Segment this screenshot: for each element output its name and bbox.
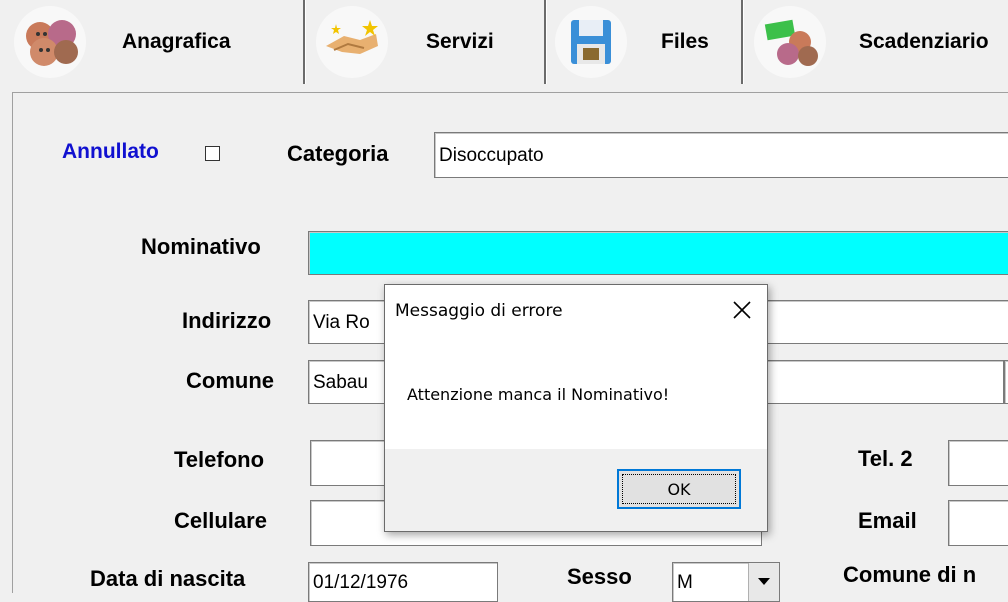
tel2-field[interactable] xyxy=(948,440,1008,486)
annullato-checkbox[interactable] xyxy=(205,146,220,161)
tab-label: Anagrafica xyxy=(122,30,231,53)
sesso-dropdown-button[interactable] xyxy=(748,563,779,601)
sesso-value: M xyxy=(677,572,693,593)
annullato-label: Annullato xyxy=(62,140,159,163)
close-button[interactable] xyxy=(729,297,755,323)
tab-label: Files xyxy=(661,30,709,53)
handshake-sparkle-icon xyxy=(314,6,390,80)
tab-anagrafica[interactable]: Anagrafica xyxy=(0,0,303,84)
dialog-footer: OK xyxy=(385,449,767,531)
floppy-disk-icon xyxy=(553,6,629,80)
data-nascita-label: Data di nascita xyxy=(90,566,246,591)
email-field[interactable] xyxy=(948,500,1008,546)
tab-label: Servizi xyxy=(426,30,494,53)
money-people-icon xyxy=(752,6,828,80)
tab-scadenziario[interactable]: Scadenziario xyxy=(744,0,1008,84)
data-nascita-field[interactable]: 01/12/1976 xyxy=(308,562,498,602)
tab-bar: Anagrafica Servizi Files Scadenziario xyxy=(0,0,1008,84)
sesso-label: Sesso xyxy=(567,564,632,589)
error-dialog: Messaggio di errore Attenzione manca il … xyxy=(384,284,768,532)
focus-rectangle xyxy=(622,474,736,504)
telefono-label: Telefono xyxy=(174,447,265,472)
nominativo-field[interactable] xyxy=(308,231,1008,275)
email-label: Email xyxy=(858,508,917,533)
cellulare-label: Cellulare xyxy=(174,508,267,533)
comune-label: Comune xyxy=(186,368,274,393)
nominativo-label: Nominativo xyxy=(141,234,261,259)
chevron-down-icon xyxy=(758,578,770,585)
ok-button[interactable]: OK xyxy=(617,469,741,509)
categoria-label: Categoria xyxy=(287,141,389,166)
dialog-message: Attenzione manca il Nominativo! xyxy=(407,385,670,404)
dialog-title: Messaggio di errore xyxy=(395,301,563,321)
comune-nascita-label: Comune di n xyxy=(843,562,977,587)
tab-servizi[interactable]: Servizi xyxy=(306,0,544,84)
categoria-field[interactable]: Disoccupato xyxy=(434,132,1008,178)
tab-label: Scadenziario xyxy=(859,30,989,53)
indirizzo-label: Indirizzo xyxy=(182,308,272,333)
tab-files[interactable]: Files xyxy=(547,0,741,84)
tel2-label: Tel. 2 xyxy=(858,446,913,471)
people-faces-icon xyxy=(12,6,88,80)
close-icon xyxy=(733,301,751,319)
comune-lookup-field[interactable] xyxy=(1004,360,1008,404)
